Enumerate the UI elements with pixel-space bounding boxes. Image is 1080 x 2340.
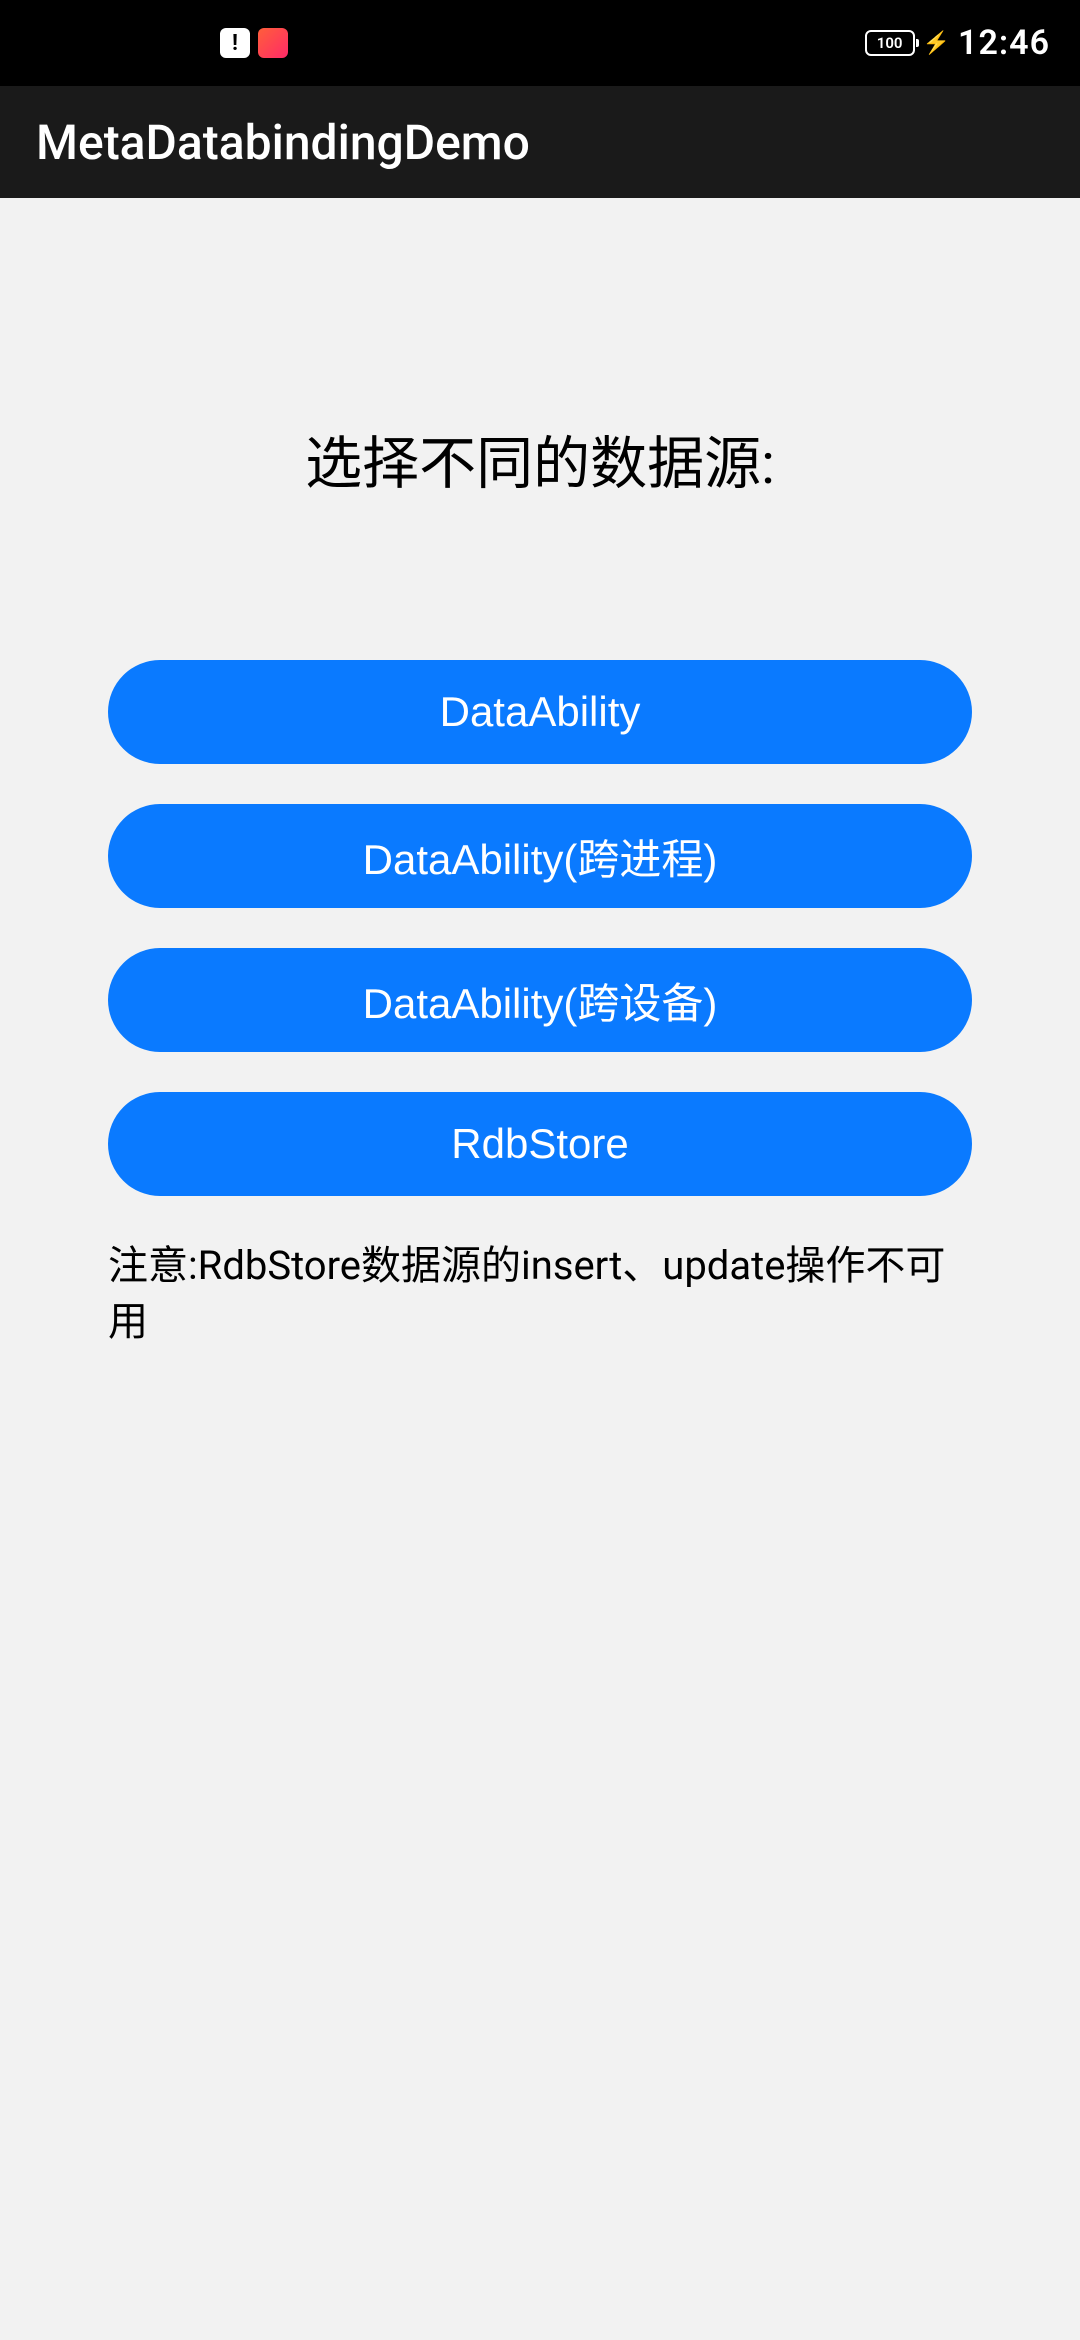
data-ability-button[interactable]: DataAbility (108, 660, 972, 764)
charging-icon: ⚡ (923, 31, 950, 56)
data-ability-cross-process-button[interactable]: DataAbility(跨进程) (108, 804, 972, 908)
button-label: DataAbility(跨进程) (363, 826, 718, 887)
main-content: 选择不同的数据源: DataAbility DataAbility(跨进程) D… (0, 418, 1080, 1350)
note-text: 注意:RdbStore数据源的insert、update操作不可用 (108, 1238, 972, 1350)
button-label: DataAbility (440, 688, 641, 736)
status-left-icons: ! (220, 28, 288, 58)
app-title: MetaDatabindingDemo (36, 114, 530, 171)
app-bar: MetaDatabindingDemo (0, 86, 1080, 198)
button-label: RdbStore (451, 1120, 628, 1168)
battery-level: 100 (877, 34, 903, 52)
button-group: DataAbility DataAbility(跨进程) DataAbility… (108, 660, 972, 1196)
rdb-store-button[interactable]: RdbStore (108, 1092, 972, 1196)
warning-icon: ! (220, 28, 250, 58)
app-indicator-icon (258, 28, 288, 58)
clock: 12:46 (958, 23, 1050, 63)
status-bar: ! 100 ⚡ 12:46 (0, 0, 1080, 86)
status-right: 100 ⚡ 12:46 (865, 23, 1050, 63)
button-label: DataAbility(跨设备) (363, 970, 718, 1031)
page-heading: 选择不同的数据源: (108, 418, 972, 500)
data-ability-cross-device-button[interactable]: DataAbility(跨设备) (108, 948, 972, 1052)
battery-icon: 100 (865, 30, 915, 56)
